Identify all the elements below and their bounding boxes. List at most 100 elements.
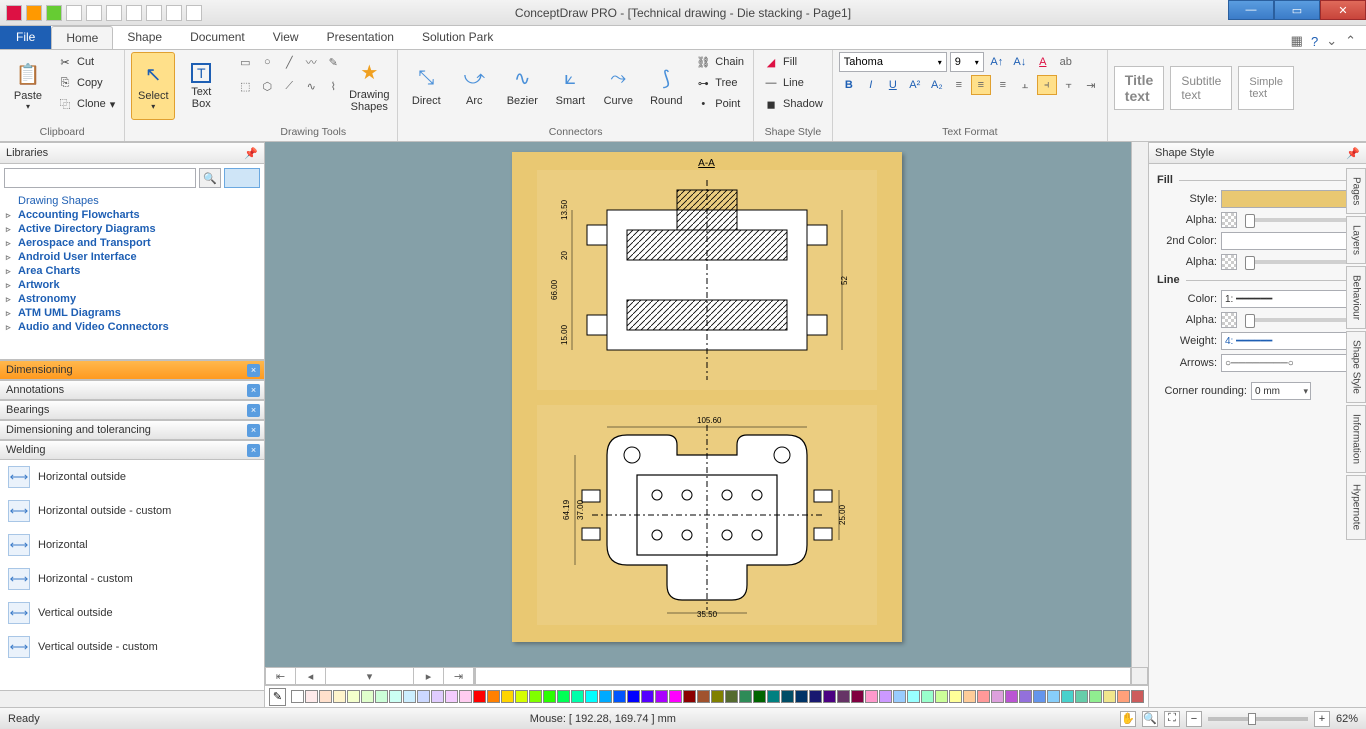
library-tree-item[interactable]: Aerospace and Transport [4, 236, 260, 250]
color-swatch[interactable] [431, 690, 444, 703]
paste-button[interactable]: 📋 Paste▾ [6, 52, 50, 120]
library-tree-item[interactable]: Android User Interface [4, 250, 260, 264]
tab-home[interactable]: Home [51, 26, 113, 49]
zoom-in-icon[interactable]: + [1314, 711, 1330, 727]
side-tab[interactable]: Layers [1346, 216, 1366, 264]
tab-view[interactable]: View [259, 26, 313, 49]
copy-button[interactable]: ⎘Copy [54, 73, 118, 93]
color-swatch[interactable] [1061, 690, 1074, 703]
line-tool-icon[interactable]: ╱ [279, 52, 299, 72]
color-swatch[interactable] [1005, 690, 1018, 703]
rounding-input[interactable]: 0 mm [1251, 382, 1311, 400]
color-swatch[interactable] [823, 690, 836, 703]
page-tabs[interactable]: ⇤ ◂ ▾ ▸ ⇥ [265, 667, 475, 685]
color-swatch[interactable] [641, 690, 654, 703]
fit-icon[interactable]: ⛶ [1164, 711, 1180, 727]
pan-icon[interactable]: ✋ [1120, 711, 1136, 727]
tab-last-icon[interactable]: ⇥ [444, 668, 474, 684]
connector-arc[interactable]: ⤻Arc [452, 52, 496, 120]
color-swatch[interactable] [445, 690, 458, 703]
color-swatch[interactable] [781, 690, 794, 703]
select-button[interactable]: ↖ Select▾ [131, 52, 175, 120]
tab-document[interactable]: Document [176, 26, 259, 49]
library-tree[interactable]: Drawing ShapesAccounting FlowchartsActiv… [0, 192, 264, 360]
close-icon[interactable]: × [247, 424, 260, 437]
canvas-viewport[interactable]: A-A 13.50 20 [265, 142, 1148, 667]
tool-icon[interactable]: ⟋ [279, 76, 299, 96]
color-swatch[interactable] [683, 690, 696, 703]
tab-shape[interactable]: Shape [113, 26, 176, 49]
color-swatch[interactable] [809, 690, 822, 703]
close-icon[interactable]: × [247, 404, 260, 417]
qat-save-icon[interactable] [86, 5, 102, 21]
tab-presentation[interactable]: Presentation [313, 26, 408, 49]
color-swatch[interactable] [921, 690, 934, 703]
align-bottom-icon[interactable]: ⫟ [1059, 75, 1079, 95]
color-swatch[interactable] [977, 690, 990, 703]
view-toggle-button[interactable] [224, 168, 260, 188]
shape-list[interactable]: ⟷Horizontal outside⟷Horizontal outside -… [0, 460, 264, 690]
fontsize-combo[interactable]: 9▾ [950, 52, 984, 72]
qat-icon[interactable] [146, 5, 162, 21]
tab-dropdown[interactable]: ▾ [326, 668, 414, 684]
qat-undo-icon[interactable] [106, 5, 122, 21]
arrows-combo[interactable]: ○────────○ [1221, 354, 1358, 372]
color-swatch[interactable] [557, 690, 570, 703]
tool-icon[interactable]: ⌇ [323, 76, 343, 96]
underline-icon[interactable]: U [883, 75, 903, 95]
tool-icon[interactable]: ⬡ [257, 76, 277, 96]
bold-icon[interactable]: B [839, 75, 859, 95]
file-tab[interactable]: File [0, 26, 51, 49]
connector-bezier[interactable]: ∿Bezier [500, 52, 544, 120]
color-swatch[interactable] [487, 690, 500, 703]
align-right-icon[interactable]: ≡ [993, 75, 1013, 95]
color-swatch[interactable] [1019, 690, 1032, 703]
shape-item[interactable]: ⟷Horizontal [0, 528, 264, 562]
color-swatch[interactable] [837, 690, 850, 703]
side-tab[interactable]: Hypernote [1346, 475, 1366, 539]
color-swatch[interactable] [697, 690, 710, 703]
canvas-hscroll[interactable] [475, 667, 1131, 685]
tree-button[interactable]: ⊶Tree [692, 73, 747, 93]
font-combo[interactable]: Tahoma▾ [839, 52, 947, 72]
title-text-style[interactable]: Title text [1114, 66, 1165, 110]
color-swatch[interactable] [291, 690, 304, 703]
tab-next-icon[interactable]: ▸ [414, 668, 444, 684]
color-swatch[interactable] [1075, 690, 1088, 703]
minimize-button[interactable]: — [1228, 0, 1274, 20]
color-swatch[interactable] [669, 690, 682, 703]
qat-redo-icon[interactable] [126, 5, 142, 21]
library-tree-item[interactable]: Artwork [4, 278, 260, 292]
close-icon[interactable]: × [247, 364, 260, 377]
library-tree-item[interactable]: ATM UML Diagrams [4, 306, 260, 320]
color-swatch[interactable] [627, 690, 640, 703]
tab-solution-park[interactable]: Solution Park [408, 26, 507, 49]
freehand-tool-icon[interactable]: ✎ [323, 52, 343, 72]
color-swatch[interactable] [459, 690, 472, 703]
color-swatch[interactable] [739, 690, 752, 703]
chevron-up-icon[interactable]: ⌃ [1345, 33, 1356, 49]
close-icon[interactable]: × [247, 384, 260, 397]
library-tree-item[interactable]: Audio and Video Connectors [4, 320, 260, 334]
color-swatch[interactable] [529, 690, 542, 703]
close-icon[interactable]: × [247, 444, 260, 457]
color-swatch[interactable] [991, 690, 1004, 703]
color-swatch[interactable] [585, 690, 598, 703]
search-input[interactable] [4, 168, 196, 188]
color-swatch[interactable] [501, 690, 514, 703]
color-swatch[interactable] [767, 690, 780, 703]
point-button[interactable]: •Point [692, 94, 747, 114]
zoom-tool-icon[interactable]: 🔍 [1142, 711, 1158, 727]
italic-icon[interactable]: I [861, 75, 881, 95]
library-tree-item[interactable]: Astronomy [4, 292, 260, 306]
tab-prev-icon[interactable]: ◂ [296, 668, 326, 684]
line-button[interactable]: —Line [760, 73, 826, 93]
shape-item[interactable]: ⟷Horizontal - custom [0, 562, 264, 596]
subtitle-text-style[interactable]: Subtitle text [1170, 66, 1232, 110]
align-top-icon[interactable]: ⫠ [1015, 75, 1035, 95]
color-swatch[interactable] [1089, 690, 1102, 703]
color-swatch[interactable] [949, 690, 962, 703]
side-tab[interactable]: Shape Style [1346, 331, 1366, 403]
qat-icon[interactable] [6, 5, 22, 21]
help-icon[interactable]: ? [1311, 34, 1318, 49]
